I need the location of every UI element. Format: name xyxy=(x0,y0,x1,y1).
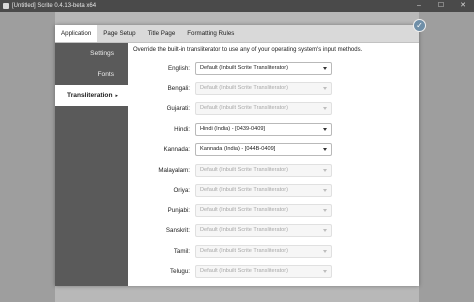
chevron-down-icon xyxy=(323,270,327,273)
punjabi-input-method-select[interactable]: Default (Inbuilt Scrite Transliterator) xyxy=(195,204,332,217)
language-row-malayalam: Malayalam: Default (Inbuilt Scrite Trans… xyxy=(128,164,419,177)
tab-formatting-rules[interactable]: Formatting Rules xyxy=(181,25,240,42)
chevron-down-icon xyxy=(323,229,327,232)
select-value: Default (Inbuilt Scrite Transliterator) xyxy=(200,187,288,193)
sidebar-item-transliteration[interactable]: Transliteration ▸ xyxy=(55,85,128,106)
oriya-input-method-select[interactable]: Default (Inbuilt Scrite Transliterator) xyxy=(195,184,332,197)
chevron-down-icon xyxy=(323,250,327,253)
sanskrit-input-method-select[interactable]: Default (Inbuilt Scrite Transliterator) xyxy=(195,224,332,237)
select-value: Default (Inbuilt Scrite Transliterator) xyxy=(200,268,288,274)
settings-dialog: Application Page Setup Title Page Format… xyxy=(55,25,419,286)
chevron-down-icon xyxy=(323,67,327,70)
language-row-sanskrit: Sanskrit: Default (Inbuilt Scrite Transl… xyxy=(128,224,419,237)
language-row-bengali: Bengali: Default (Inbuilt Scrite Transli… xyxy=(128,82,419,95)
title-bar: [Untitled] Scrite 0.4.13-beta x64 – ☐ ✕ xyxy=(0,0,474,12)
select-value: Kannada (India) - [044B-0409] xyxy=(200,146,276,152)
kannada-input-method-select[interactable]: Kannada (India) - [044B-0409] xyxy=(195,143,332,156)
sidebar-item-label: Settings xyxy=(90,50,114,57)
transliteration-intro: Override the built-in transliterator to … xyxy=(133,47,363,53)
minimize-button[interactable]: – xyxy=(408,0,430,12)
select-value: Default (Inbuilt Scrite Transliterator) xyxy=(200,167,288,173)
malayalam-input-method-select[interactable]: Default (Inbuilt Scrite Transliterator) xyxy=(195,164,332,177)
language-row-gujarati: Gujarati: Default (Inbuilt Scrite Transl… xyxy=(128,102,419,115)
chevron-right-icon: ▸ xyxy=(115,93,118,99)
settings-sidebar: Settings Fonts Transliteration ▸ xyxy=(55,43,128,286)
language-label: Oriya: xyxy=(173,187,190,194)
select-value: Default (Inbuilt Scrite Transliterator) xyxy=(200,248,288,254)
background-left-panel xyxy=(0,12,55,302)
sidebar-item-label: Transliteration xyxy=(67,92,113,99)
language-row-oriya: Oriya: Default (Inbuilt Scrite Translite… xyxy=(128,184,419,197)
tab-page-setup[interactable]: Page Setup xyxy=(97,25,141,42)
language-label: Telugu: xyxy=(170,268,190,275)
select-value: Default (Inbuilt Scrite Transliterator) xyxy=(200,105,288,111)
sidebar-item-label: Fonts xyxy=(97,71,115,78)
language-label: Punjabi: xyxy=(167,207,190,214)
select-value: Default (Inbuilt Scrite Transliterator) xyxy=(200,227,288,233)
check-icon: ✓ xyxy=(416,21,423,30)
language-label: Bengali: xyxy=(167,85,190,92)
select-value: Default (Inbuilt Scrite Transliterator) xyxy=(200,65,288,71)
language-label: Tamil: xyxy=(173,248,190,255)
window-title: [Untitled] Scrite 0.4.13-beta x64 xyxy=(12,3,97,9)
language-row-punjabi: Punjabi: Default (Inbuilt Scrite Transli… xyxy=(128,204,419,217)
transliteration-panel: Override the built-in transliterator to … xyxy=(128,43,419,286)
tamil-input-method-select[interactable]: Default (Inbuilt Scrite Transliterator) xyxy=(195,245,332,258)
language-row-tamil: Tamil: Default (Inbuilt Scrite Translite… xyxy=(128,245,419,258)
language-row-hindi: Hindi: Hindi (India) - [0439-0409] xyxy=(128,123,419,136)
app-icon xyxy=(3,3,9,9)
language-label: Kannada: xyxy=(163,146,191,153)
language-row-kannada: Kannada: Kannada (India) - [044B-0409] xyxy=(128,143,419,156)
maximize-button[interactable]: ☐ xyxy=(430,0,452,12)
chevron-down-icon xyxy=(323,107,327,110)
tab-bar: Application Page Setup Title Page Format… xyxy=(55,25,419,43)
chevron-down-icon xyxy=(323,169,327,172)
language-label: Malayalam: xyxy=(158,167,190,174)
background-right-panel xyxy=(419,12,474,302)
language-label: Hindi: xyxy=(174,126,190,133)
select-value: Default (Inbuilt Scrite Transliterator) xyxy=(200,85,288,91)
tab-application[interactable]: Application xyxy=(55,25,98,42)
sidebar-item-settings[interactable]: Settings xyxy=(55,43,128,64)
language-row-english: English: Default (Inbuilt Scrite Transli… xyxy=(128,62,419,75)
english-input-method-select[interactable]: Default (Inbuilt Scrite Transliterator) xyxy=(195,62,332,75)
chevron-down-icon xyxy=(323,87,327,90)
chevron-down-icon xyxy=(323,209,327,212)
select-value: Hindi (India) - [0439-0409] xyxy=(200,126,265,132)
chevron-down-icon xyxy=(323,128,327,131)
bengali-input-method-select[interactable]: Default (Inbuilt Scrite Transliterator) xyxy=(195,82,332,95)
language-label: Sanskrit: xyxy=(165,227,190,234)
telugu-input-method-select[interactable]: Default (Inbuilt Scrite Transliterator) xyxy=(195,265,332,278)
gujarati-input-method-select[interactable]: Default (Inbuilt Scrite Transliterator) xyxy=(195,102,332,115)
language-label: English: xyxy=(167,65,190,72)
language-row-telugu: Telugu: Default (Inbuilt Scrite Translit… xyxy=(128,265,419,278)
language-label: Gujarati: xyxy=(166,105,190,112)
hindi-input-method-select[interactable]: Hindi (India) - [0439-0409] xyxy=(195,123,332,136)
chevron-down-icon xyxy=(323,189,327,192)
confirm-check-button[interactable]: ✓ xyxy=(413,19,426,32)
close-button[interactable]: ✕ xyxy=(452,0,474,12)
chevron-down-icon xyxy=(323,148,327,151)
tab-title-page[interactable]: Title Page xyxy=(142,25,182,42)
window-controls: – ☐ ✕ xyxy=(408,0,474,12)
select-value: Default (Inbuilt Scrite Transliterator) xyxy=(200,207,288,213)
sidebar-item-fonts[interactable]: Fonts xyxy=(55,64,128,85)
